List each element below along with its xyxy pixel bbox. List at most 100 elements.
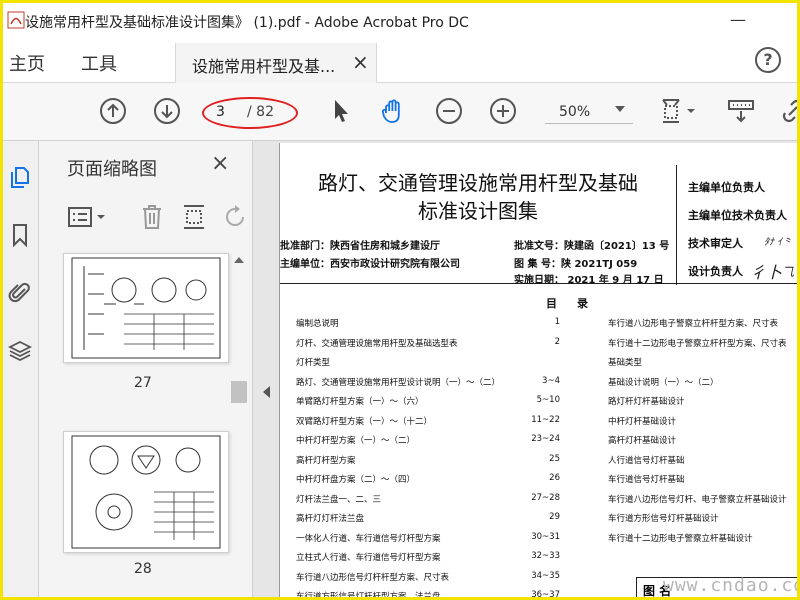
toc-entry-title: 车行道八边形信号灯杆杆型方案、尺寸表 bbox=[296, 572, 450, 583]
toc-entry: 双臂路灯杆型方案（一）～（十二） 11~22 bbox=[296, 415, 560, 427]
toc-entry-page: 3~4 bbox=[542, 375, 560, 386]
scrollbar-thumb[interactable] bbox=[231, 381, 247, 403]
right-col-item: 主编单位负责人 bbox=[688, 181, 765, 194]
trash-icon[interactable] bbox=[139, 203, 165, 231]
toc-entry: 一体化人行道、车行道信号灯杆型方案 30~31 bbox=[296, 532, 560, 544]
bookmark-icon[interactable] bbox=[8, 223, 32, 247]
select-cursor-icon[interactable] bbox=[327, 97, 355, 125]
thumbnail-28-preview bbox=[71, 435, 221, 549]
page-fit-icon[interactable] bbox=[659, 97, 699, 125]
toc-entry-page: 26 bbox=[549, 473, 560, 483]
pdf-page: 路灯、交通管理设施常用杆型及基础 标准设计图集 主编单位负责人 主编单位技术负责… bbox=[279, 143, 797, 600]
toc-entry: 灯杆、交通管理设施常用杆型及基础选型表 2 bbox=[296, 337, 560, 349]
toc-entry-page: 11~22 bbox=[531, 414, 560, 425]
zoom-select[interactable]: 50% bbox=[545, 100, 633, 124]
toc-entry-title: 双臂路灯杆型方案（一）～（十二） bbox=[296, 416, 433, 427]
menu-bar: 主页 工具 bbox=[3, 39, 797, 83]
toc-right-entry: 基础类型 bbox=[608, 358, 643, 368]
rotate-icon[interactable] bbox=[223, 203, 247, 231]
toolbar: 3 / 82 50% bbox=[3, 83, 800, 141]
toc-entry-page: 27~28 bbox=[531, 492, 560, 503]
attachment-icon[interactable] bbox=[8, 281, 32, 305]
toc-entry-title: 中杆灯杆盘方案（二）～（四） bbox=[296, 475, 416, 485]
toc-entry: 中杆灯杆盘方案（二）～（四） 26 bbox=[296, 473, 560, 485]
toc-entry-page: 34~35 bbox=[531, 570, 560, 581]
thumbnail-page-27[interactable] bbox=[63, 253, 229, 363]
toc-entry-title: 编制总说明 bbox=[296, 319, 339, 329]
toc-entry-title: 高杆灯灯杆法兰盘 bbox=[296, 514, 365, 524]
page-thumbnails-icon[interactable] bbox=[8, 165, 32, 189]
previous-page-icon[interactable] bbox=[99, 97, 127, 125]
signature-mark: ﾀﾅ ｲ⺀ bbox=[764, 237, 793, 248]
toc-entry-page: 30~31 bbox=[531, 531, 560, 542]
document-viewer[interactable]: 路灯、交通管理设施常用杆型及基础 标准设计图集 主编单位负责人 主编单位技术负责… bbox=[253, 141, 797, 600]
document-title: 路灯、交通管理设施常用杆型及基础 标准设计图集 bbox=[280, 169, 676, 225]
toc-entry: 高杆灯杆型方案 25 bbox=[296, 454, 560, 466]
toc-entry-title: 中杆灯杆型方案（一）～（二） bbox=[296, 436, 416, 446]
minimize-icon[interactable]: — bbox=[725, 7, 751, 33]
close-icon[interactable]: × bbox=[352, 50, 369, 74]
annotation-oval bbox=[202, 97, 298, 129]
toc-entry: 单臂路灯杆型方案（一）～（六） 5~10 bbox=[296, 395, 560, 407]
tab-document-label: 设施常用杆型及基... bbox=[192, 57, 336, 76]
right-col-item: 设计负责人 bbox=[688, 265, 743, 278]
signature-mark: 彳卜 bbox=[750, 263, 783, 282]
close-icon[interactable]: × bbox=[211, 151, 229, 176]
toc-entry: 路灯、交通管理设施常用杆型设计说明（一）～（二） 3~4 bbox=[296, 376, 560, 388]
toc-entry-title: 一体化人行道、车行道信号灯杆型方案 bbox=[296, 533, 441, 544]
zoom-out-icon[interactable] bbox=[435, 97, 463, 125]
toc-right-entry: 中杆灯杆基础设计 bbox=[608, 416, 677, 427]
thumbnail-page-28[interactable] bbox=[63, 431, 229, 553]
tab-document[interactable]: 设施常用杆型及基... × bbox=[175, 43, 377, 83]
thumbnail-options-icon[interactable] bbox=[67, 205, 107, 229]
toc-entry-title: 立柱式人行道、车行道信号灯杆型方案 bbox=[296, 553, 441, 563]
toc-entry: 车行道八边形信号灯杆杆型方案、尺寸表 34~35 bbox=[296, 571, 560, 583]
zoom-value: 50% bbox=[559, 104, 591, 120]
toc-right-entry: 高杆灯杆基础设计 bbox=[608, 436, 677, 446]
toc-entry: 编制总说明 1 bbox=[296, 317, 560, 329]
extract-pages-icon[interactable] bbox=[181, 203, 207, 231]
toc-entry-page: 1 bbox=[554, 317, 560, 327]
toc-right-entry: 车行道八边形电子警察立杆杆型方案、尺寸表 bbox=[608, 319, 779, 329]
toc-entry: 高杆灯灯杆法兰盘 29 bbox=[296, 512, 560, 524]
toc-heading: 目录 bbox=[546, 297, 608, 310]
layers-icon[interactable] bbox=[8, 339, 32, 363]
left-navigation-rail bbox=[3, 141, 39, 597]
toc-entry-page: 29 bbox=[549, 512, 560, 522]
zoom-in-icon[interactable] bbox=[489, 97, 517, 125]
toc-right-entry: 人行道信号灯杆基础 bbox=[608, 455, 685, 466]
toc-entry-title: 车行道方形信号灯杆杆型方案、法兰盘 bbox=[296, 592, 441, 600]
thumbnail-27-preview bbox=[71, 257, 221, 359]
approval-no: 批准文号：陕建函〔2021〕13 号 bbox=[514, 241, 670, 252]
toc-entry-page: 23~24 bbox=[531, 434, 560, 444]
hand-tool-icon[interactable] bbox=[379, 97, 407, 125]
watermark: www.cndao.com bbox=[663, 575, 797, 596]
collapse-panel-icon[interactable] bbox=[263, 386, 270, 398]
toc-entry: 灯杆法兰盘一、二、三 27~28 bbox=[296, 493, 560, 505]
toc-entry-title: 灯杆法兰盘一、二、三 bbox=[296, 494, 382, 505]
help-icon[interactable]: ? bbox=[755, 47, 781, 73]
link-icon[interactable] bbox=[779, 97, 800, 125]
toc-right-entry: 基础设计说明（一）～（二） bbox=[608, 377, 719, 388]
thumbnail-label: 27 bbox=[134, 375, 152, 391]
acrobat-app-icon bbox=[7, 11, 25, 29]
toc-entry-page: 5~10 bbox=[536, 395, 560, 405]
right-col-item: 主编单位技术负责人 bbox=[688, 209, 787, 222]
menu-home[interactable]: 主页 bbox=[9, 50, 45, 76]
keyboard-icon[interactable] bbox=[727, 97, 755, 125]
window-title: 设施常用杆型及基础标准设计图集》 (1).pdf - Adobe Acrobat… bbox=[25, 15, 469, 31]
chevron-down-icon[interactable] bbox=[615, 106, 625, 112]
toc-right-entry: 车行道八边形信号灯杆、电子警察立杆基础设计 bbox=[608, 494, 787, 505]
toc-entry-title: 单臂路灯杆型方案（一）～（六） bbox=[296, 397, 424, 407]
next-page-icon[interactable] bbox=[153, 97, 181, 125]
toc-right-entry: 车行道十二边形电子警察立杆基础设计 bbox=[608, 533, 753, 544]
document-title-line1: 路灯、交通管理设施常用杆型及基础 bbox=[318, 171, 638, 195]
atlas-no: 图 集 号：陕 2021TJ 059 bbox=[514, 259, 638, 270]
thumbnail-panel: 页面缩略图 × 27 28 bbox=[39, 141, 253, 600]
thumbnail-scrollbar[interactable] bbox=[231, 249, 247, 600]
chief-unit: 主编单位：西安市政设计研究院有限公司 bbox=[280, 259, 460, 270]
toc-right-entry: 车行道方形信号灯杆基础设计 bbox=[608, 514, 719, 524]
toc-right-entry: 车行道信号灯杆基础 bbox=[608, 475, 685, 485]
menu-tools[interactable]: 工具 bbox=[81, 50, 117, 76]
toc-entry: 立柱式人行道、车行道信号灯杆型方案 32~33 bbox=[296, 551, 560, 563]
